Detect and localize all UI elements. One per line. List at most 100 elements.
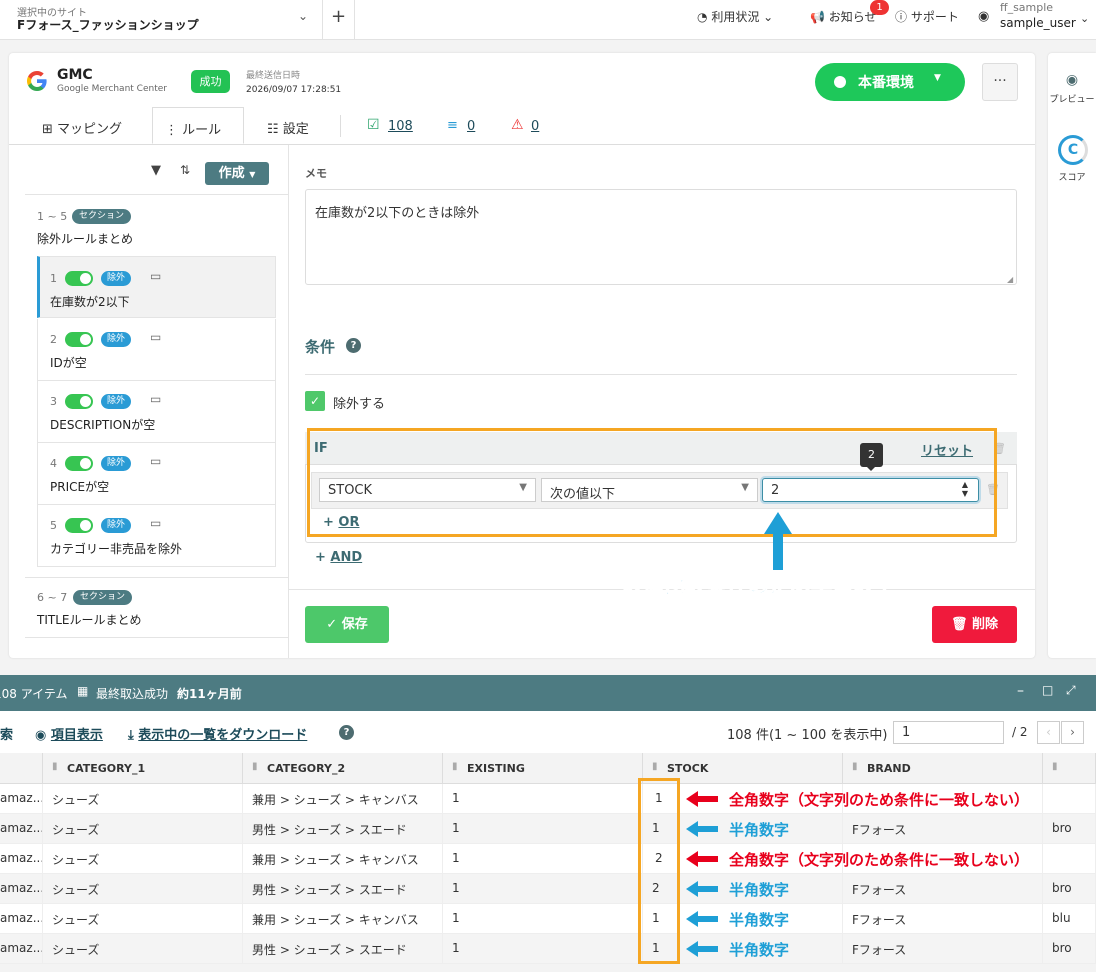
pin-icon[interactable]: ▮ [852, 761, 858, 772]
cell-brand: Fフォース [843, 934, 1043, 964]
toggle-knob [80, 520, 91, 531]
chevron-down-icon[interactable]: ⌄ [298, 9, 308, 23]
error-count-link[interactable]: 0 [531, 119, 539, 134]
save-button[interactable]: ✓ 保存 [305, 606, 389, 643]
delete-button[interactable]: 🗑 削除 [932, 606, 1017, 643]
news-label: お知らせ [828, 10, 877, 24]
section-title[interactable]: 除外ルールまとめ [37, 230, 133, 247]
item-panel-header: 108 アイテム ▦ 最終取込成功 約11ヶ月前 – □ ⤢ [0, 675, 1096, 711]
add-and-link[interactable]: + AND [315, 550, 362, 565]
tab-rules[interactable]: ⋮ ルール [152, 107, 244, 144]
cell-existing: 1 [443, 844, 643, 874]
site-selector[interactable]: Fフォース_ファッションショップ [17, 16, 199, 33]
rule-row[interactable]: 2 除外 ▭ IDが空 [37, 319, 276, 381]
usage-label: 利用状況 [711, 10, 760, 24]
support-link[interactable]: ⓘ サポート [895, 8, 959, 25]
stock-highlight [638, 778, 680, 964]
user-name[interactable]: sample_user [1000, 16, 1076, 30]
warn-count-link[interactable]: 0 [467, 119, 475, 134]
pin-icon[interactable]: ▮ [1052, 761, 1058, 772]
rule-row[interactable]: 3 除外 ▭ DESCRIPTIONが空 [37, 381, 276, 443]
filter-icon[interactable]: ▼ [151, 163, 161, 178]
memo-textarea[interactable]: 在庫数が2以下のときは除外 [305, 189, 1017, 285]
pin-icon[interactable]: ▮ [252, 761, 258, 772]
sort-icon[interactable]: ⇅ [180, 163, 190, 177]
cell-category-1: シューズ [43, 904, 243, 934]
table-row[interactable]: amaz... シューズ 男性 > シューズ > スエード 1 2 Fフォース bro [0, 874, 1096, 904]
cell-category-1: シューズ [43, 934, 243, 964]
annotation-arrow-left [686, 821, 718, 841]
divider [340, 115, 341, 137]
add-site-button[interactable]: + [331, 6, 346, 27]
help-icon[interactable]: ? [339, 725, 354, 740]
annotation-note: 全角数字（文字列のため条件に一致しない） [729, 851, 1030, 869]
cell-id: amaz... [0, 844, 43, 874]
environment-button[interactable]: 本番環境 ▼ [815, 63, 965, 101]
rule-toggle[interactable] [65, 456, 93, 471]
help-icon[interactable]: ? [346, 338, 361, 353]
chevron-down-icon[interactable]: ⌄ [1080, 12, 1089, 25]
rule-toggle[interactable] [65, 332, 93, 347]
rule-row[interactable]: 5 除外 ▭ カテゴリー非売品を除外 [37, 505, 276, 567]
user-id[interactable]: ff_sample [1000, 1, 1053, 14]
news-menu[interactable]: 📢 お知らせ [810, 8, 877, 25]
search-link[interactable]: 検索 [0, 724, 13, 743]
divider [305, 374, 1017, 375]
rule-toggle[interactable] [65, 518, 93, 533]
cell-id: amaz... [0, 904, 43, 934]
section-title[interactable]: TITLEルールまとめ [37, 611, 141, 628]
eye-icon[interactable]: ◉ [1048, 72, 1096, 88]
exclude-checkbox[interactable]: ✓ [305, 391, 325, 411]
table-row[interactable]: amaz... シューズ 男性 > シューズ > スエード 1 1 Fフォース bro [0, 934, 1096, 964]
divider [322, 0, 323, 40]
rule-name: PRICEが空 [50, 480, 110, 494]
column-header-brand[interactable]: ▮ BRAND [843, 753, 1043, 784]
cell-brand: Fフォース [843, 814, 1043, 844]
columns-link[interactable]: ◉ 項目表示 [35, 724, 103, 743]
page-input[interactable]: 1 [893, 721, 1004, 744]
score-icon[interactable]: C [1058, 135, 1088, 165]
rule-row[interactable]: 1 除外 ▭ 在庫数が2以下 [37, 256, 276, 318]
column-header[interactable] [0, 753, 43, 784]
prev-page-button[interactable]: ‹ [1037, 721, 1060, 744]
divider [25, 637, 288, 638]
resize-handle-icon[interactable]: ◢ [1007, 275, 1013, 284]
caret-down-icon: ▼ [934, 73, 941, 83]
gauge-icon: ◔ [697, 10, 708, 24]
rule-toggle[interactable] [65, 271, 93, 286]
ok-count-link[interactable]: 108 [388, 119, 413, 134]
exclude-label: 除外する [333, 397, 386, 412]
expand-icon[interactable]: ⤢ [1066, 683, 1076, 698]
rule-row[interactable]: 4 除外 ▭ PRICEが空 [37, 443, 276, 505]
tab-label: マッピング [57, 122, 123, 137]
preview-label[interactable]: プレビュー [1048, 92, 1096, 105]
next-page-button[interactable]: › [1061, 721, 1084, 744]
status-dot-icon [834, 76, 846, 88]
cell-id: amaz... [0, 934, 43, 964]
tab-settings[interactable]: ☷ 設定 [255, 107, 321, 144]
usage-menu[interactable]: ◔ 利用状況 ⌄ [697, 8, 773, 25]
column-header-existing[interactable]: ▮ EXISTING [443, 753, 643, 784]
maximize-icon[interactable]: □ [1042, 683, 1053, 697]
column-header-category-1[interactable]: ▮ CATEGORY_1 [43, 753, 243, 784]
tab-mapping[interactable]: ⊞ マッピング [30, 107, 134, 144]
table-row[interactable]: amaz... シューズ 男性 > シューズ > スエード 1 1 Fフォース bro [0, 814, 1096, 844]
last-import-label: 最終取込成功 [96, 687, 169, 701]
minimize-icon[interactable]: – [1017, 683, 1024, 699]
mapping-icon: ⊞ [42, 122, 53, 137]
create-button[interactable]: 作成 ▼ [205, 162, 269, 185]
pin-icon[interactable]: ▮ [652, 761, 658, 772]
pin-icon[interactable]: ▮ [452, 761, 458, 772]
rule-toggle[interactable] [65, 394, 93, 409]
plus-icon: + [315, 550, 331, 565]
column-header[interactable]: ▮ [1043, 753, 1096, 784]
toggle-knob [80, 396, 91, 407]
score-label[interactable]: スコア [1048, 170, 1096, 183]
download-link[interactable]: ⤓ 表示中の一覧をダウンロード [128, 724, 307, 743]
more-button[interactable]: ··· [982, 63, 1018, 101]
check-icon: ✓ [326, 617, 342, 632]
pin-icon[interactable]: ▮ [52, 761, 58, 772]
item-count: 108 アイテム [0, 687, 68, 701]
column-header-category-2[interactable]: ▮ CATEGORY_2 [243, 753, 443, 784]
table-row[interactable]: amaz... シューズ 兼用 > シューズ > キャンバス 1 1 Fフォース blu [0, 904, 1096, 934]
